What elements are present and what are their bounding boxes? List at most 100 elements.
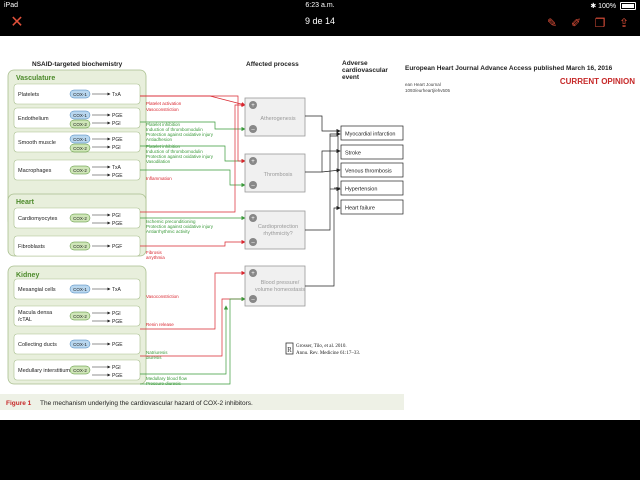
enzyme-label: COX-2 <box>73 168 87 173</box>
enzyme-label: COX-1 <box>73 137 87 142</box>
citation: R Grosser, Tilo, et al. 2010. Annu. Rev.… <box>285 342 360 356</box>
header-biochemistry: NSAID-targeted biochemistry <box>32 61 123 68</box>
enzyme-label: COX-2 <box>73 122 87 127</box>
window-icon[interactable]: ❐ <box>592 15 608 31</box>
product-label: PGI <box>112 121 121 127</box>
event-box: Hypertension <box>340 180 404 196</box>
process-label-atherogenesis: Atherogenesis <box>260 116 295 122</box>
product-label: PGE <box>112 221 123 227</box>
header-event-2: cardiovascular <box>342 67 388 74</box>
enzyme-label: COX-2 <box>73 146 87 151</box>
cell-name: Endothelium <box>18 116 49 122</box>
section-label: CURRENT OPINION <box>560 77 635 86</box>
effect-connector <box>140 270 246 330</box>
product-label: PGE <box>112 373 123 379</box>
cell-row: Collecting ducts COX-1 PGE <box>13 333 141 355</box>
process-label-thrombosis: Thrombosis <box>264 172 293 178</box>
process-label-bp-1: Blood pressure/ <box>261 280 300 286</box>
cell-name: Collecting ducts <box>18 342 57 348</box>
enzyme-label: COX-1 <box>73 287 87 292</box>
event-label: Heart failure <box>345 206 375 212</box>
event-label: Venous thrombosis <box>345 169 392 175</box>
effect-connector <box>140 296 246 385</box>
svg-text:+: + <box>251 271 255 277</box>
group-title-heart: Heart <box>16 199 35 206</box>
share-icon[interactable]: ⇪ <box>616 15 632 31</box>
battery-percent: 100% <box>598 3 617 10</box>
cell-name: Cardiomyocytes <box>18 216 58 222</box>
bluetooth-icon: ✱ <box>590 3 597 10</box>
group-title-vasculature: Vasculature <box>16 75 55 82</box>
enzyme-label: COX-2 <box>73 244 87 249</box>
product-label: TxA <box>112 287 122 293</box>
process-label-cardio-1: Cardioprotection <box>258 224 298 230</box>
event-label: Hypertension <box>345 187 377 193</box>
event-box: Stroke <box>340 144 404 160</box>
viewer-toolbar: ✕ 9 de 14 ✎ ✐ ❐ ⇪ <box>0 12 640 34</box>
product-label: PGE <box>112 113 123 119</box>
cell-row: Macrophages COX-2 TxA PGE <box>13 159 141 181</box>
svg-text:+: + <box>251 103 255 109</box>
effect-label: Vasoconstriction <box>146 294 179 299</box>
markup-icon[interactable]: ✐ <box>568 15 584 31</box>
process-label-bp-2: volume homeostasis <box>255 287 305 293</box>
event-label: Myocardial infarction <box>345 132 395 138</box>
product-label: PGI <box>112 213 121 219</box>
product-label: PGE <box>112 137 123 143</box>
cell-name: Mesangial cells <box>18 287 56 293</box>
effect-label: Antiadhesion <box>146 137 173 142</box>
cell-row: Medullary interstitium COX-2 PGI PGE <box>13 359 141 381</box>
product-label: PGI <box>112 145 121 151</box>
product-label: TxA <box>112 165 122 171</box>
citation-line-1: Grosser, Tilo, et al. 2010. <box>296 344 347 349</box>
figure-canvas: NSAID-targeted biochemistry Affected pro… <box>0 60 635 410</box>
cell-row: Platelets COX-1 TxA <box>13 83 141 105</box>
cell-row: Macula densa/cTAL COX-2 PGI PGE <box>13 305 141 327</box>
cell-row: Cardiomyocytes COX-2 PGI PGE <box>13 207 141 229</box>
product-label: TxA <box>112 92 122 98</box>
effect-connector <box>140 296 246 357</box>
cell-name: Macula densa <box>18 310 53 316</box>
status-bar: iPad 6:23 a.m. ✱ 100% <box>0 0 640 12</box>
cell-name-2: /cTAL <box>18 317 32 323</box>
effect-label: Vasodilation <box>146 159 171 164</box>
citation-line-2: Annu. Rev. Medicine 61:17–33. <box>296 351 360 356</box>
effect-label: Inflammation <box>146 176 172 181</box>
event-boxes: Myocardial infarction Stroke Venous thromb… <box>340 125 404 215</box>
event-box: Venous thrombosis <box>340 162 404 178</box>
effect-connector <box>140 305 229 375</box>
battery-icon <box>620 2 636 11</box>
enzyme-label: COX-2 <box>73 216 87 221</box>
enzyme-label: COX-2 <box>73 368 87 373</box>
cell-row: Endothelium COX-1 COX-2 PGE PGI <box>13 107 141 129</box>
event-label: Stroke <box>345 151 361 157</box>
cell-row: Mesangial cells COX-1 TxA <box>13 278 141 300</box>
toolbar-tools: ✎ ✐ ❐ ⇪ <box>544 15 632 31</box>
svg-text:R: R <box>287 346 292 354</box>
process-thrombosis: + – Thrombosis <box>244 153 306 193</box>
effect-label: Vasoconstriction <box>146 107 179 112</box>
cell-name: Smooth muscle <box>18 140 56 146</box>
process-atherogenesis: + – Atherogenesis <box>244 97 306 137</box>
journal-header: European Heart Journal Advance Access pu… <box>405 65 613 72</box>
cell-name: Platelets <box>18 92 39 98</box>
process-cardioprotection: + – Cardioprotection rhythmicity? <box>244 210 306 250</box>
process-label-cardio-2: rhythmicity? <box>263 231 292 237</box>
process-event-links <box>305 115 341 287</box>
process-blood-pressure: + – Blood pressure/ volume homeostasis <box>244 265 306 307</box>
pen-icon[interactable]: ✎ <box>544 15 560 31</box>
group-title-kidney: Kidney <box>16 272 39 279</box>
enzyme-label: COX-1 <box>73 342 87 347</box>
journal-small-1: ean Heart Journal <box>405 82 441 87</box>
enzyme-label: COX-1 <box>73 92 87 97</box>
product-label: PGF <box>112 244 122 250</box>
document-page[interactable]: NSAID-targeted biochemistry Affected pro… <box>0 36 640 420</box>
cell-name: Macrophages <box>18 168 52 174</box>
bottom-margin <box>0 420 640 480</box>
product-label: PGI <box>112 365 121 371</box>
cell-row: Fibroblasts COX-2 PGF <box>13 235 141 257</box>
header-event-3: event <box>342 74 360 81</box>
cell-name: Medullary interstitium <box>18 368 70 374</box>
effect-connector <box>140 239 246 247</box>
effect-links: Platelet activationVasoconstrictionPlate… <box>140 95 246 386</box>
